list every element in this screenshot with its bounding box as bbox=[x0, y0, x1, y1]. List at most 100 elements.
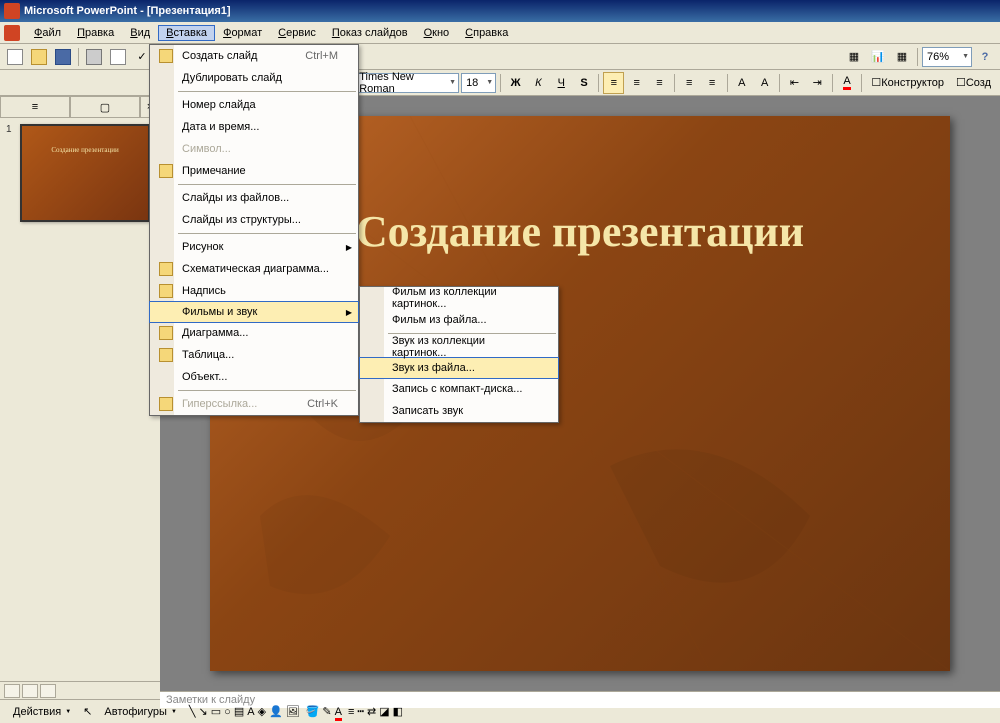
menuitem-запись-с-компакт-диска---[interactable]: Запись с компакт-диска... bbox=[360, 378, 558, 400]
sorter-view-button[interactable] bbox=[22, 684, 38, 698]
blank-icon bbox=[364, 336, 388, 358]
menu-справка[interactable]: Справка bbox=[457, 25, 516, 41]
save-button[interactable] bbox=[52, 46, 74, 68]
menuitem-примечание[interactable]: Примечание bbox=[150, 160, 358, 182]
menu-правка[interactable]: Правка bbox=[69, 25, 122, 41]
picture-button[interactable]: 🖼 bbox=[286, 705, 300, 718]
underline-button[interactable]: Ч bbox=[551, 72, 572, 94]
show-button[interactable]: ▦ bbox=[891, 46, 913, 68]
shadow-style-button[interactable]: ◪ bbox=[379, 705, 389, 718]
submenu-arrow-icon: ▶ bbox=[346, 243, 352, 252]
bold-button[interactable]: Ж bbox=[505, 72, 526, 94]
submenu-arrow-icon: ▶ bbox=[346, 308, 352, 317]
oval-button[interactable]: ○ bbox=[224, 706, 231, 718]
slide-number: 1 bbox=[6, 124, 16, 222]
font-combo[interactable]: Times New Roman bbox=[354, 73, 459, 93]
menuitem-схематическая-диаграмма---[interactable]: Схематическая диаграмма... bbox=[150, 258, 358, 280]
align-center-button[interactable]: ≡ bbox=[626, 72, 647, 94]
menuitem-создать-слайд[interactable]: Создать слайдCtrl+M bbox=[150, 45, 358, 67]
chart-button[interactable]: 📊 bbox=[867, 46, 889, 68]
new-slide-button[interactable]: ☐ Созд bbox=[951, 72, 996, 94]
align-left-button[interactable]: ≡ bbox=[603, 72, 624, 94]
design-button[interactable]: ☐ Конструктор bbox=[866, 72, 949, 94]
menuitem-слайды-из-файлов---[interactable]: Слайды из файлов... bbox=[150, 187, 358, 209]
preview-button[interactable] bbox=[107, 46, 129, 68]
select-button[interactable]: ↖ bbox=[83, 705, 92, 718]
line-color-button[interactable]: ✎ bbox=[322, 705, 331, 718]
blank-icon bbox=[364, 357, 388, 379]
increase-font-button[interactable]: A bbox=[731, 72, 752, 94]
menuitem-фильм-из-файла---[interactable]: Фильм из файла... bbox=[360, 309, 558, 331]
menuitem-рисунок[interactable]: Рисунок▶ bbox=[150, 236, 358, 258]
menu-сервис[interactable]: Сервис bbox=[270, 25, 324, 41]
fontsize-combo[interactable]: 18 bbox=[461, 73, 496, 93]
open-button[interactable] bbox=[28, 46, 50, 68]
menuitem-слайды-из-структуры---[interactable]: Слайды из структуры... bbox=[150, 209, 358, 231]
menuitem-номер-слайда[interactable]: Номер слайда bbox=[150, 94, 358, 116]
menuitem-дата-и-время---[interactable]: Дата и время... bbox=[150, 116, 358, 138]
menuitem-записать-звук[interactable]: Записать звук bbox=[360, 400, 558, 422]
diagram-icon bbox=[154, 258, 178, 280]
blank-icon bbox=[154, 209, 178, 231]
font-color-button[interactable]: A bbox=[837, 72, 858, 94]
zoom-combo[interactable]: 76% bbox=[922, 47, 972, 67]
menuitem-надпись[interactable]: Надпись bbox=[150, 280, 358, 302]
menu-окно[interactable]: Окно bbox=[416, 25, 458, 41]
blank-icon bbox=[154, 236, 178, 258]
blank-icon bbox=[154, 67, 178, 89]
rectangle-button[interactable]: ▭ bbox=[211, 705, 221, 718]
3d-style-button[interactable]: ◧ bbox=[393, 705, 403, 718]
menu-вид[interactable]: Вид bbox=[122, 25, 158, 41]
line-button[interactable]: ╲ bbox=[189, 705, 196, 718]
table-icon bbox=[154, 344, 178, 366]
blank-icon bbox=[154, 138, 178, 160]
clipart-button[interactable]: 👤 bbox=[269, 705, 283, 718]
menuitem-таблица---[interactable]: Таблица... bbox=[150, 344, 358, 366]
new-button[interactable] bbox=[4, 46, 26, 68]
window-title: Microsoft PowerPoint - [Презентация1] bbox=[24, 5, 231, 17]
slides-tab[interactable]: ▢ bbox=[70, 96, 140, 118]
menuitem-дублировать-слайд[interactable]: Дублировать слайд bbox=[150, 67, 358, 89]
arrow-button[interactable]: ↘ bbox=[199, 705, 208, 718]
dash-style-button[interactable]: ┅ bbox=[357, 705, 364, 718]
fill-color-button[interactable]: 🪣 bbox=[306, 705, 320, 718]
font-color-drawing-button[interactable]: A bbox=[335, 706, 342, 718]
numbering-button[interactable]: ≡ bbox=[679, 72, 700, 94]
menuitem-фильм-из-коллекции-картинок---[interactable]: Фильм из коллекции картинок... bbox=[360, 287, 558, 309]
textbox-button[interactable]: ▤ bbox=[234, 705, 244, 718]
arrow-style-button[interactable]: ⇄ bbox=[367, 705, 376, 718]
link-icon bbox=[154, 393, 178, 415]
menu-формат[interactable]: Формат bbox=[215, 25, 270, 41]
wordart-button[interactable]: A bbox=[247, 706, 254, 718]
help-button[interactable]: ? bbox=[974, 46, 996, 68]
decrease-font-button[interactable]: A bbox=[754, 72, 775, 94]
bullets-button[interactable]: ≡ bbox=[702, 72, 723, 94]
print-button[interactable] bbox=[83, 46, 105, 68]
italic-button[interactable]: К bbox=[528, 72, 549, 94]
menu-bar: ФайлПравкаВидВставкаФорматСервисПоказ сл… bbox=[0, 22, 1000, 44]
menu-файл[interactable]: Файл bbox=[26, 25, 69, 41]
table-button[interactable]: ▦ bbox=[843, 46, 865, 68]
line-style-button[interactable]: ≡ bbox=[348, 706, 354, 718]
thumbnail-tabs: ≡ ▢ × bbox=[0, 96, 160, 118]
slideshow-view-button[interactable] bbox=[40, 684, 56, 698]
actions-button[interactable]: Действия bbox=[4, 703, 80, 721]
movies-sound-submenu: Фильм из коллекции картинок...Фильм из ф… bbox=[359, 286, 559, 423]
outline-tab[interactable]: ≡ bbox=[0, 96, 70, 118]
slide-thumbnail[interactable]: 1 Создание презентации bbox=[6, 124, 154, 222]
align-right-button[interactable]: ≡ bbox=[649, 72, 670, 94]
menuitem-звук-из-коллекции-картинок---[interactable]: Звук из коллекции картинок... bbox=[360, 336, 558, 358]
diagram-button[interactable]: ◈ bbox=[258, 705, 266, 718]
menuitem-фильмы-и-звук[interactable]: Фильмы и звук▶ bbox=[149, 301, 359, 323]
increase-indent-button[interactable]: ⇥ bbox=[807, 72, 828, 94]
decrease-indent-button[interactable]: ⇤ bbox=[784, 72, 805, 94]
menuitem-звук-из-файла---[interactable]: Звук из файла... bbox=[359, 357, 559, 379]
menuitem-объект---[interactable]: Объект... bbox=[150, 366, 358, 388]
blank-icon bbox=[364, 378, 388, 400]
menuitem-диаграмма---[interactable]: Диаграмма... bbox=[150, 322, 358, 344]
shadow-button[interactable]: S bbox=[574, 72, 595, 94]
autoshapes-button[interactable]: Автофигуры bbox=[95, 703, 186, 721]
normal-view-button[interactable] bbox=[4, 684, 20, 698]
menu-показ слайдов[interactable]: Показ слайдов bbox=[324, 25, 416, 41]
menu-вставка[interactable]: Вставка bbox=[158, 25, 215, 41]
